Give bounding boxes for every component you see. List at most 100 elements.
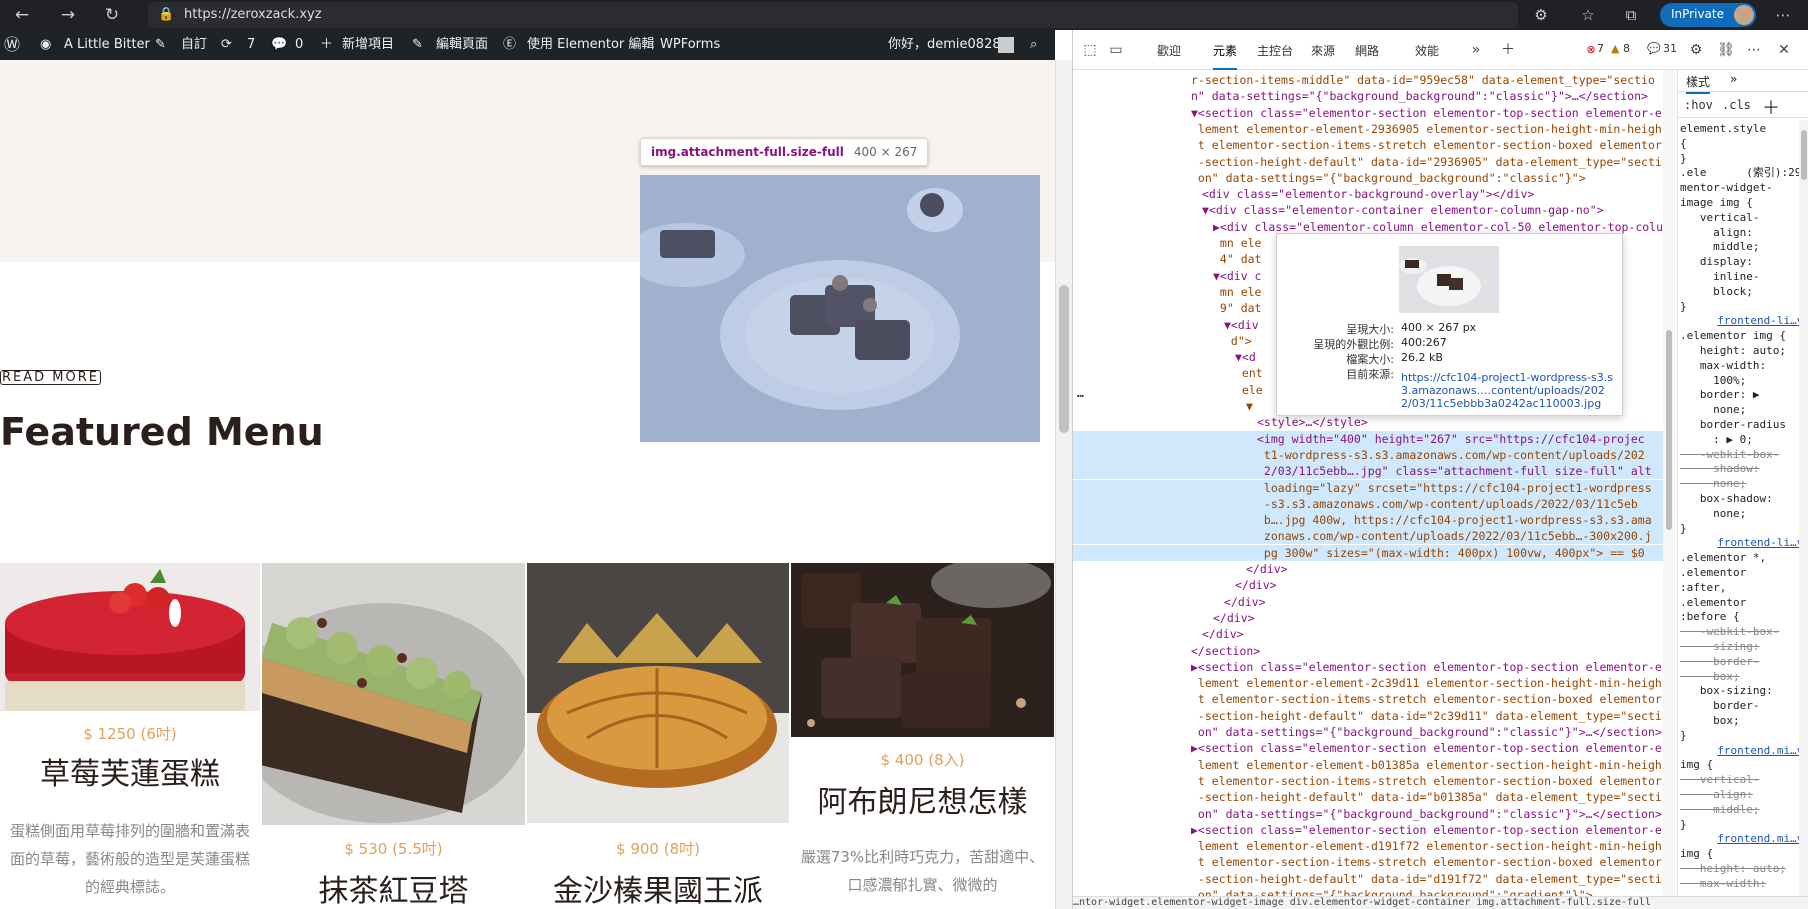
menu-card[interactable]: $ 900 (8吋) 金沙榛果國王派: [527, 563, 789, 909]
device-emulation-icon[interactable]: ▭: [1105, 39, 1127, 61]
style-rule-line[interactable]: none;: [1678, 403, 1808, 417]
close-icon[interactable]: ✕: [1773, 39, 1795, 61]
dom-line[interactable]: lement elementor-element-b01385a element…: [1073, 757, 1673, 773]
style-rule-line[interactable]: }: [1678, 818, 1808, 832]
source-url-link[interactable]: https://cfc104-project1-wordpress-s3.s3.…: [1401, 371, 1613, 410]
dom-breadcrumbs[interactable]: …ntor-widget.elementor-widget-image div.…: [1073, 896, 1808, 909]
style-rule-line[interactable]: border-: [1678, 699, 1808, 713]
page-scrollbar[interactable]: [1055, 60, 1072, 909]
tab-styles[interactable]: 樣式: [1686, 73, 1711, 94]
dom-line[interactable]: ▼<section class="elementor-section eleme…: [1073, 105, 1673, 121]
dom-line[interactable]: t elementor-section-items-stretch elemen…: [1073, 773, 1673, 789]
style-rule-line[interactable]: .elementor img {: [1678, 329, 1808, 343]
dom-line[interactable]: </section>: [1073, 643, 1673, 659]
dom-line[interactable]: </div>: [1073, 626, 1673, 642]
tab-welcome[interactable]: 歡迎: [1157, 42, 1181, 59]
address-bar[interactable]: 🔒 https://zeroxzack.xyz: [148, 2, 1518, 28]
dom-line[interactable]: ▶<section class="elementor-section eleme…: [1073, 740, 1673, 756]
style-rule-line[interactable]: block;: [1678, 285, 1808, 299]
page-scrollbar-thumb[interactable]: [1059, 285, 1069, 433]
dom-line[interactable]: lement elementor-element-2936905 element…: [1073, 121, 1673, 137]
search-icon[interactable]: ⌕: [1030, 30, 1037, 60]
dom-line[interactable]: <img width="400" height="267" src="https…: [1073, 430, 1673, 447]
tab-console[interactable]: 主控台: [1257, 42, 1293, 59]
style-rule-line[interactable]: align:: [1678, 788, 1808, 802]
inspect-element-icon[interactable]: ⬚: [1079, 39, 1101, 61]
style-rule-line[interactable]: }: [1678, 300, 1808, 314]
menu-card[interactable]: $ 400 (8入) 阿布朗尼想怎樣 嚴選73%比利時巧克力，苦甜適中、口感濃郁…: [791, 563, 1054, 909]
dom-line[interactable]: b….jpg 400w, https://cfc104-project1-wor…: [1073, 512, 1673, 529]
dom-scrollbar[interactable]: [1663, 70, 1675, 909]
dom-line[interactable]: zonaws.com/wp-content/uploads/2022/03/11…: [1073, 528, 1673, 545]
connect-icon[interactable]: ⛓: [1715, 39, 1737, 61]
style-rule-line[interactable]: :before {: [1678, 610, 1808, 624]
dom-line[interactable]: ▼<div class="elementor-container element…: [1073, 202, 1673, 218]
forward-icon[interactable]: →: [54, 2, 82, 28]
issues-count[interactable]: 31: [1663, 42, 1677, 55]
dom-scrollbar-thumb[interactable]: [1666, 330, 1672, 530]
new-rule-icon[interactable]: ＋: [1762, 94, 1780, 120]
dom-line[interactable]: <div class="elementor-background-overlay…: [1073, 186, 1673, 202]
dom-line[interactable]: on" data-settings="{"background_backgrou…: [1073, 724, 1673, 740]
site-name-link[interactable]: A Little Bitter: [64, 30, 150, 60]
style-rule-line[interactable]: align:: [1678, 226, 1808, 240]
read-more-link[interactable]: READ MORE: [0, 370, 101, 385]
style-rule-line[interactable]: .elementor *,: [1678, 551, 1808, 565]
dom-line[interactable]: 2/03/11c5ebb….jpg" class="attachment-ful…: [1073, 463, 1673, 480]
style-rule-line[interactable]: }: [1678, 152, 1808, 166]
style-rule-line[interactable]: mentor-widget-: [1678, 181, 1808, 195]
brownie-hero-image[interactable]: [640, 175, 1040, 442]
style-rule-line[interactable]: element.style: [1678, 122, 1808, 136]
dom-line[interactable]: </div>: [1073, 561, 1673, 577]
style-rule-line[interactable]: .ele (索引):299: [1678, 166, 1808, 180]
style-rule-line[interactable]: :after,: [1678, 581, 1808, 595]
style-rule-line[interactable]: {: [1678, 137, 1808, 151]
style-rule-line[interactable]: middle;: [1678, 240, 1808, 254]
dom-line[interactable]: </div>: [1073, 577, 1673, 593]
stylesheet-link[interactable]: frontend-li…v…: [1678, 314, 1808, 328]
inprivate-badge[interactable]: InPrivate: [1660, 3, 1756, 27]
more-menu-icon[interactable]: ⋯: [1770, 3, 1796, 27]
style-rule-line[interactable]: border: ▶: [1678, 388, 1808, 402]
styles-scrollbar-thumb[interactable]: [1801, 130, 1807, 180]
comments-count[interactable]: 0: [295, 30, 303, 60]
dom-line[interactable]: </div>: [1073, 610, 1673, 626]
dom-line[interactable]: t elementor-section-items-stretch elemen…: [1073, 854, 1673, 870]
ellipsis-icon[interactable]: …: [1077, 386, 1084, 400]
style-rule-line[interactable]: height: auto;: [1678, 344, 1808, 358]
wordpress-logo-icon[interactable]: Ⓦ: [4, 30, 20, 60]
style-rule-line[interactable]: height: auto;: [1678, 862, 1808, 876]
tab-network[interactable]: 網路: [1355, 42, 1379, 59]
tab-elements[interactable]: 元素: [1213, 42, 1238, 70]
style-rule-line[interactable]: -webkit-box-: [1678, 448, 1808, 462]
dom-line[interactable]: t elementor-section-items-stretch elemen…: [1073, 691, 1673, 707]
collections-icon[interactable]: ⧉: [1618, 3, 1644, 27]
style-rule-line[interactable]: middle;: [1678, 803, 1808, 817]
dom-line[interactable]: lement elementor-element-2c39d11 element…: [1073, 675, 1673, 691]
dom-line[interactable]: n" data-settings="{"background_backgroun…: [1073, 88, 1673, 104]
style-rule-line[interactable]: border-radius: [1678, 418, 1808, 432]
user-avatar[interactable]: [998, 37, 1014, 53]
style-rule-line[interactable]: max-width:: [1678, 359, 1808, 373]
style-rule-line[interactable]: box-shadow:: [1678, 492, 1808, 506]
style-rule-line[interactable]: box;: [1678, 670, 1808, 684]
hov-toggle[interactable]: :hov: [1684, 98, 1713, 112]
style-rule-line[interactable]: img {: [1678, 758, 1808, 772]
style-rule-line[interactable]: .elementor: [1678, 596, 1808, 610]
dom-line[interactable]: on" data-settings="{"background_backgrou…: [1073, 170, 1673, 186]
style-rule-line[interactable]: 100%;: [1678, 374, 1808, 388]
style-rule-line[interactable]: inline-: [1678, 270, 1808, 284]
dom-line[interactable]: -s3.s3.amazonaws.com/wp-content/uploads/…: [1073, 495, 1673, 512]
refresh-icon[interactable]: ↻: [98, 2, 126, 28]
more-panes-icon[interactable]: »: [1730, 72, 1737, 86]
style-rule-line[interactable]: display:: [1678, 255, 1808, 269]
style-rule-line[interactable]: img {: [1678, 847, 1808, 861]
style-rule-line[interactable]: border-: [1678, 655, 1808, 669]
dom-line[interactable]: -section-height-default" data-id="2c39d1…: [1073, 708, 1673, 724]
more-tabs-icon[interactable]: »: [1465, 39, 1487, 61]
edit-page-link[interactable]: 編輯頁面: [436, 30, 488, 60]
style-rule-line[interactable]: -webkit-box-: [1678, 625, 1808, 639]
style-rule-line[interactable]: sizing:: [1678, 640, 1808, 654]
style-rule-line[interactable]: vertical-: [1678, 211, 1808, 225]
new-item-link[interactable]: 新增項目: [342, 30, 394, 60]
